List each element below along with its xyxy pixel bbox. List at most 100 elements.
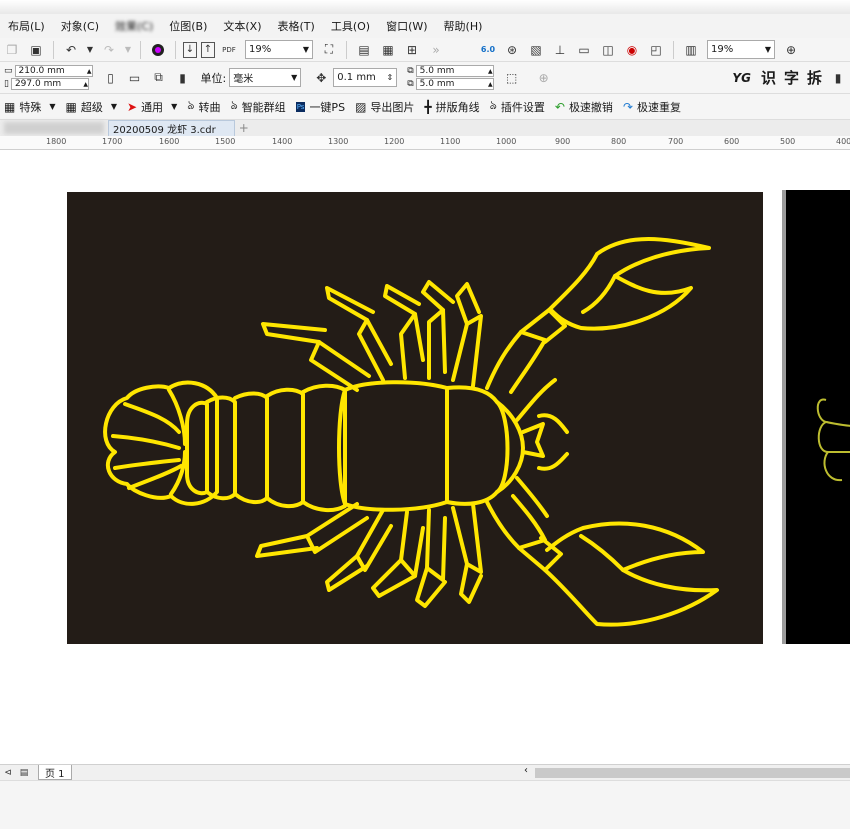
align-icon[interactable]: ⊥ [550,40,570,60]
export-image-button[interactable]: ▨ 导出图片 [355,99,414,115]
copy-icon[interactable]: ❐ [2,40,22,60]
blurred-tab[interactable] [4,122,104,134]
separator [140,40,141,59]
add-page-icon[interactable]: ⊕ [534,68,554,88]
chevron-down-icon[interactable]: ▼ [85,40,95,60]
zoom-level-select-right[interactable]: 19% ▼ [707,40,775,59]
separator [346,40,347,59]
page-width-row: ▭ 210.0 mm ▲ [4,65,93,77]
nudge-distance-field[interactable]: 0.1 mm ⇕ [333,68,398,87]
spinner-icon[interactable]: ▲ [83,81,88,88]
search-replace-icon[interactable]: ⊛ [502,40,522,60]
convert-curves-button[interactable]: ঌ 转曲 [187,97,220,117]
spinner-icon[interactable]: ▲ [87,68,92,75]
landscape-icon[interactable]: ▭ [125,68,145,88]
ruler-tool-icon[interactable]: ▭ [574,40,594,60]
zoom-in-icon[interactable]: ⊕ [781,40,801,60]
menu-object[interactable]: 对象(C) [53,18,107,34]
page-tab-1[interactable]: 页 1 [38,765,72,780]
portrait-icon[interactable]: ▯ [101,68,121,88]
status-bar [0,780,850,829]
yg-plugin-button[interactable]: YG [732,71,751,85]
artboard-page[interactable] [67,192,763,644]
special-menu[interactable]: ▦ 特殊 ▼ [4,99,56,115]
ocr-button[interactable]: 识 [761,67,776,88]
fast-repeat-button[interactable]: ↷ 极速重复 [623,99,681,115]
unit-select[interactable]: 毫米 ▼ [229,68,302,87]
duplicate-y-field[interactable]: 5.0 mm ▲ [415,78,494,90]
menu-bitmap[interactable]: 位图(B) [161,18,215,34]
dup-x-icon: ⧉ [407,66,414,76]
grid-icon[interactable]: ▦ [378,40,398,60]
plugin-settings-button[interactable]: ঌ 插件设置 [490,97,545,117]
smart-group-label: 智能群组 [241,100,286,114]
horizontal-ruler[interactable]: 1800 1700 1600 1500 1400 1300 1200 1100 … [0,136,850,150]
rulers-icon[interactable]: ▤ [354,40,374,60]
all-pages-icon[interactable]: ⧉ [149,68,169,88]
ruler-tick: 1500 [215,137,236,146]
crop-marks-button[interactable]: ╋ 拼版角线 [424,99,479,115]
document-tab-active[interactable]: 20200509 龙虾 3.cdr [108,120,235,136]
split-button[interactable]: 拆 [807,67,822,88]
fast-undo-button[interactable]: ↶ 极速撤销 [555,99,613,115]
object-manager-icon[interactable]: ▧ [526,40,546,60]
crop-marks-label: 拼版角线 [435,100,480,114]
height-icon: ▯ [4,79,9,89]
size-icon[interactable]: ◰ [646,40,666,60]
menu-table[interactable]: 表格(T) [270,18,323,34]
layers-icon[interactable]: ▮ [828,68,848,88]
special-label: 特殊 [19,100,42,114]
paste-icon[interactable]: ▣ [26,40,46,60]
page-width-field[interactable]: 210.0 mm ▲ [14,65,93,77]
more-chevron-icon[interactable]: » [426,40,446,60]
ruler-tick: 700 [668,137,684,146]
super-menu[interactable]: ▦ 超级 ▼ [66,99,118,115]
menu-layout[interactable]: 布局(L) [0,18,53,34]
target-icon[interactable]: ◉ [622,40,642,60]
scroll-left-icon[interactable]: ‹ [524,765,528,776]
menu-effects[interactable]: 效果(C) [107,18,161,34]
page-height-field[interactable]: 297.0 mm ▲ [10,78,89,90]
redo-blue-icon: ↷ [622,99,633,114]
undo-icon[interactable]: ↶ [61,40,81,60]
chevron-down-icon: ▼ [764,45,771,54]
export-icon[interactable]: ↑ [201,41,215,58]
nudge-distance-value: 0.1 mm [337,72,376,83]
ruler-tick: 1300 [328,137,349,146]
treat-as-filled-icon[interactable]: ⬚ [502,68,522,88]
char-button[interactable]: 字 [784,67,799,88]
guidelines-icon[interactable]: ⊞ [402,40,422,60]
corel-app-icon[interactable] [148,40,168,60]
chevron-down-icon: ▼ [171,102,178,111]
current-page-icon[interactable]: ▮ [173,68,193,88]
menu-text[interactable]: 文本(X) [215,18,269,34]
spinner-icon[interactable]: ⇕ [387,73,394,82]
menu-help[interactable]: 帮助(H) [436,18,491,34]
spinner-icon[interactable]: ▲ [488,68,493,75]
general-menu[interactable]: ➤ 通用 ▼ [127,99,177,115]
unit-label: 单位: [200,71,227,85]
drawing-canvas[interactable] [0,150,850,764]
document-tab-bar: 20200509 龙虾 3.cdr + [0,120,850,136]
full-screen-icon[interactable]: ⛶ [319,40,339,60]
crop-marks-icon: ╋ [424,99,432,114]
arrange-icon[interactable]: ◫ [598,40,618,60]
panel-icon[interactable]: ▥ [681,40,701,60]
second-artboard-page[interactable] [782,190,850,644]
redo-icon[interactable]: ↷ [99,40,119,60]
horizontal-scrollbar[interactable] [535,768,850,778]
duplicate-x-field[interactable]: 5.0 mm ▲ [415,65,494,77]
import-icon[interactable]: ↓ [183,41,197,58]
chevron-down-icon[interactable]: ▼ [123,40,133,60]
add-tab-button[interactable]: + [239,121,249,135]
lobster-outline-artwork[interactable] [67,192,763,644]
smart-group-button[interactable]: ঌ 智能群组 [230,97,285,117]
spinner-icon[interactable]: ▲ [488,81,493,88]
menu-window[interactable]: 窗口(W) [378,18,435,34]
menu-tools[interactable]: 工具(O) [323,18,378,34]
one-click-ps-button[interactable]: Ps 一键PS [295,99,345,115]
pdf-icon[interactable]: PDF [219,40,239,60]
plugin-badge-icon[interactable]: 6.0 [478,40,498,60]
dup-x-row: ⧉ 5.0 mm ▲ [407,65,494,77]
zoom-level-select[interactable]: 19% ▼ [245,40,313,59]
